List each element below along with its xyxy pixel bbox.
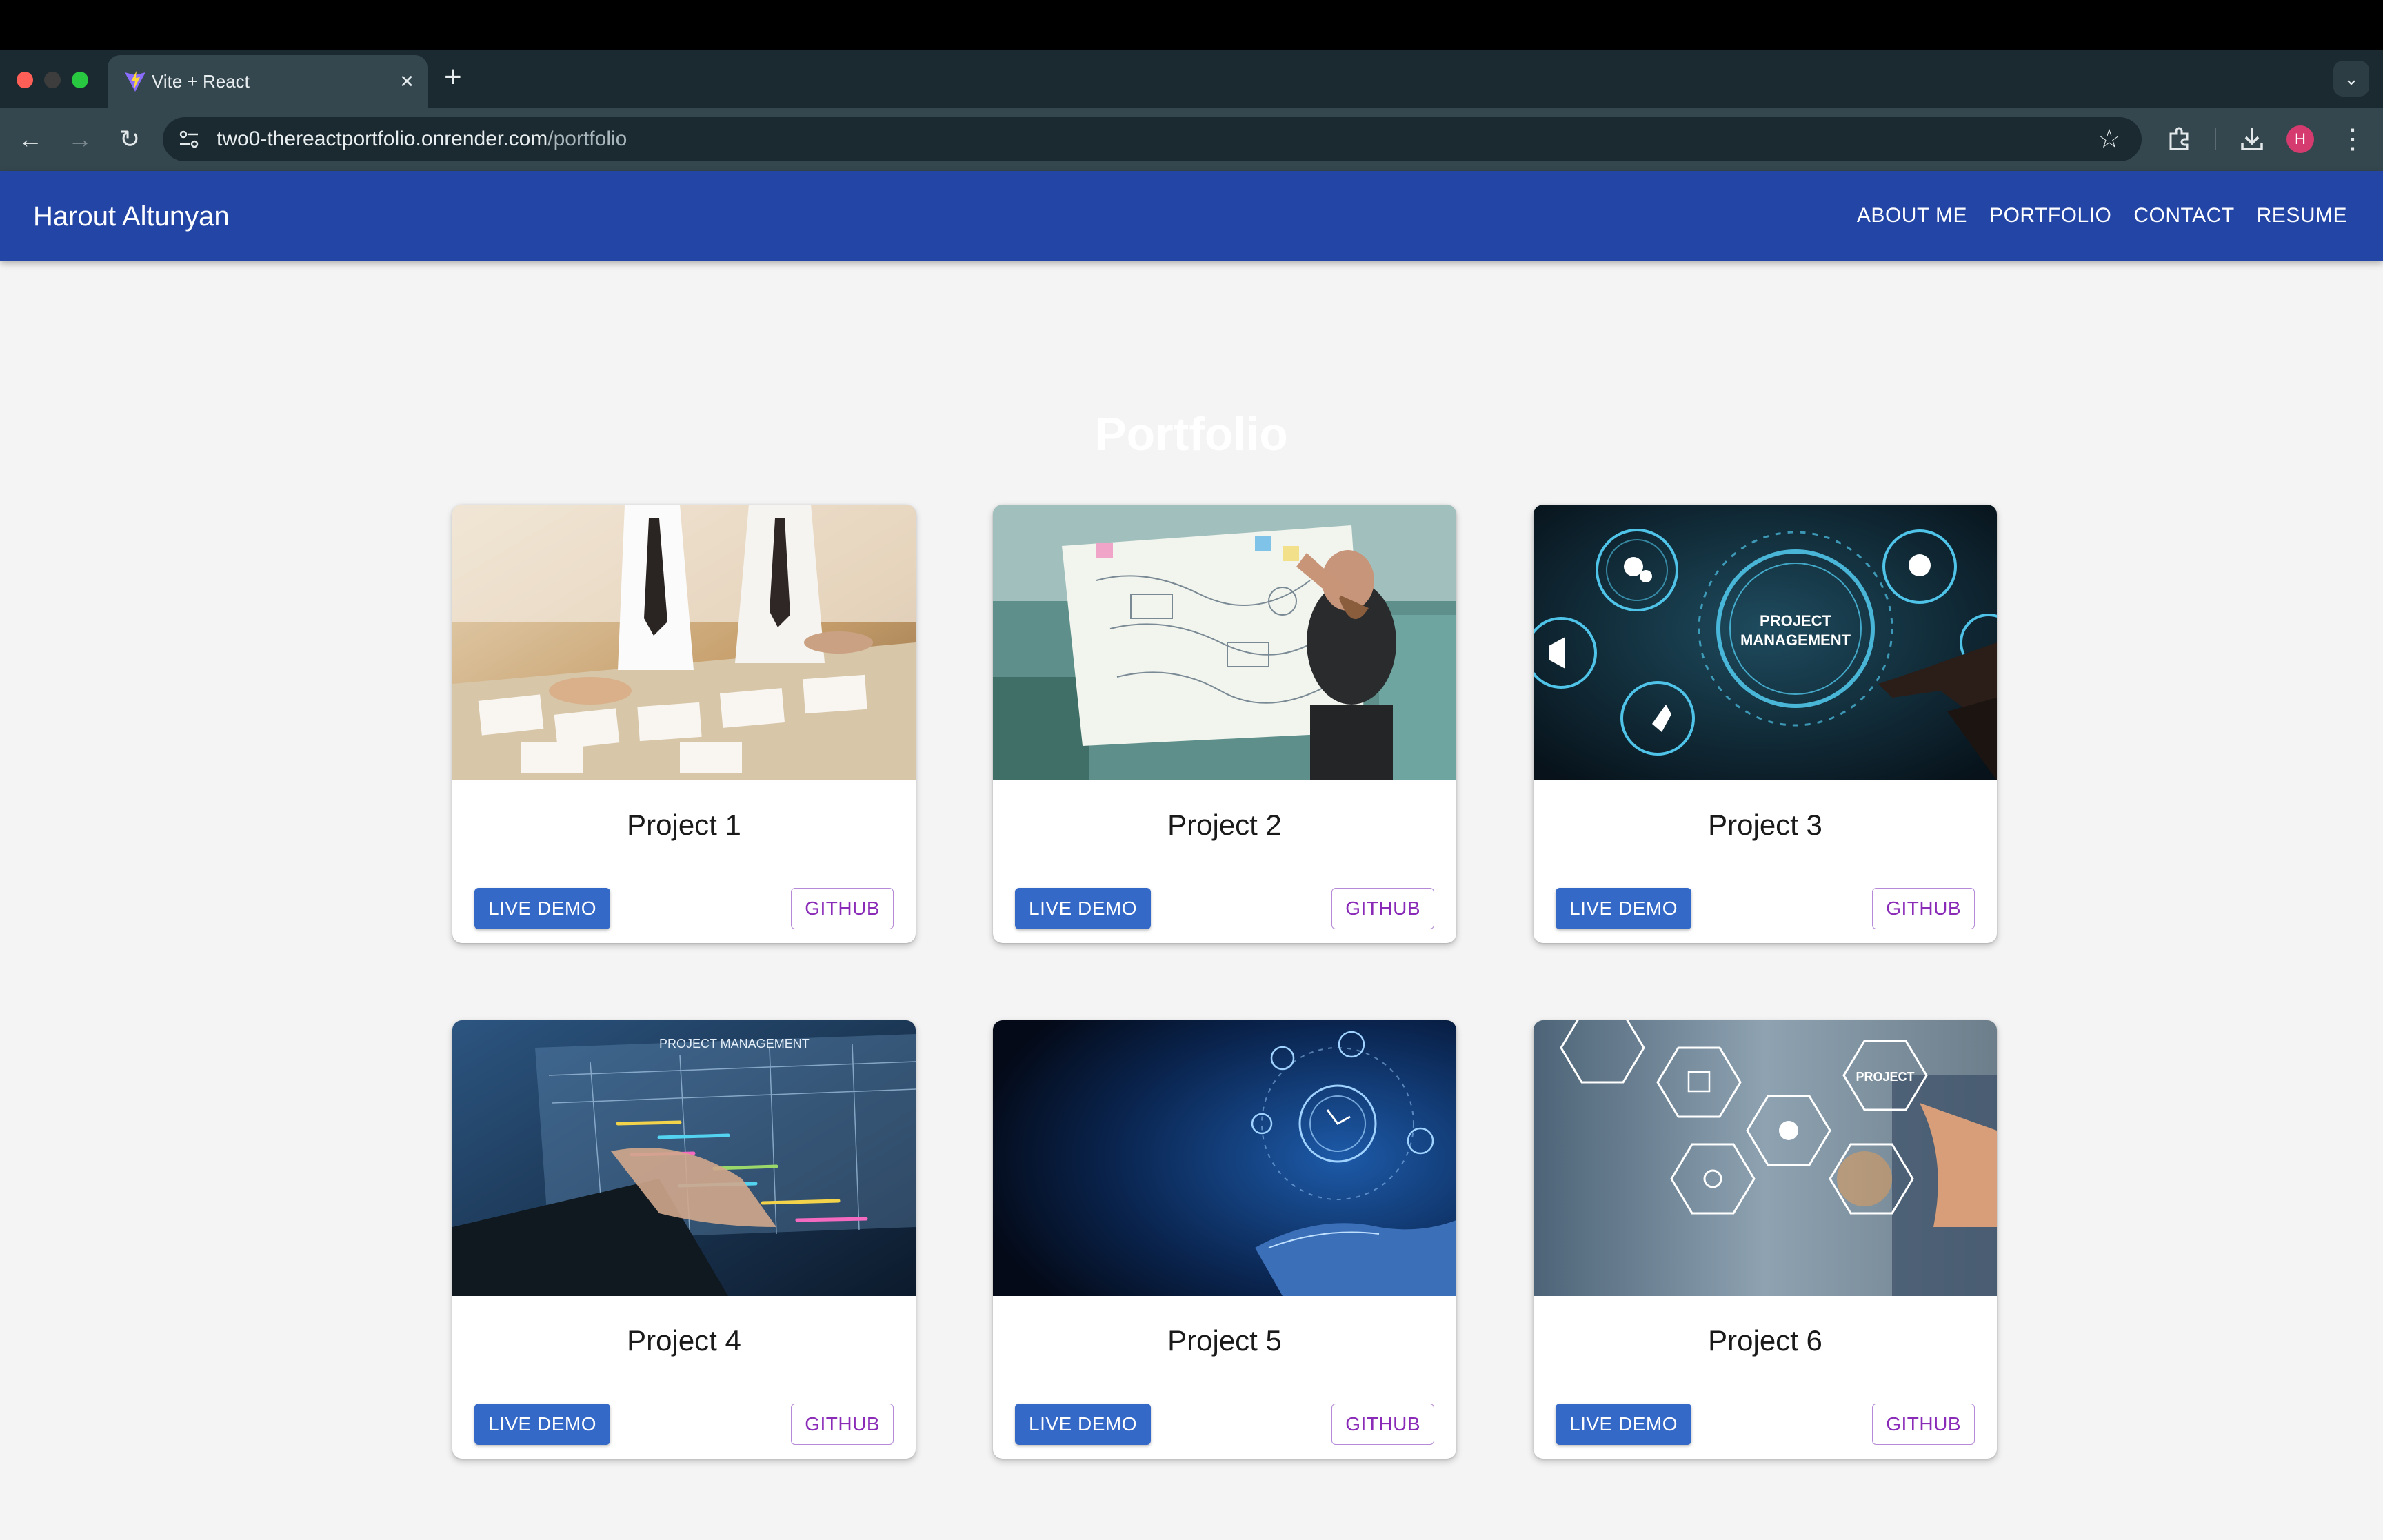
project-image-whiteboard-planning	[993, 505, 1456, 780]
project-title: Project 3	[1708, 809, 1822, 841]
github-button[interactable]: GITHUB	[791, 1404, 894, 1445]
url-path: /portfolio	[547, 128, 627, 150]
nav-portfolio[interactable]: PORTFOLIO	[1989, 203, 2111, 229]
project-title: Project 1	[627, 809, 741, 841]
project-card: Project 1 LIVE DEMO GITHUB	[452, 505, 916, 943]
nav-resume[interactable]: RESUME	[2257, 203, 2347, 229]
live-demo-button[interactable]: LIVE DEMO	[1015, 1404, 1151, 1445]
github-button[interactable]: GITHUB	[791, 888, 894, 929]
svg-text:PROJECT: PROJECT	[1856, 1070, 1914, 1084]
live-demo-button[interactable]: LIVE DEMO	[474, 1404, 610, 1445]
tab-search-chevron-icon[interactable]: ⌄	[2333, 61, 2369, 97]
new-tab-icon[interactable]: +	[444, 62, 462, 92]
project-card: Project 5 LIVE DEMO GITHUB	[993, 1020, 1456, 1459]
vite-favicon-icon	[125, 71, 145, 92]
browser-menu-kebab-icon[interactable]: ⋮	[2336, 123, 2369, 156]
browser-toolbar: ← → ↻ two0-thereactportfolio.onrender.co…	[0, 108, 2383, 171]
nav-about-me[interactable]: ABOUT ME	[1857, 203, 1967, 229]
forward-arrow-icon[interactable]: →	[63, 123, 97, 156]
live-demo-button[interactable]: LIVE DEMO	[1556, 888, 1691, 929]
tab-title: Vite + React	[152, 71, 250, 92]
url-host: two0-thereactportfolio.onrender.com	[217, 128, 548, 150]
reload-icon[interactable]: ↻	[113, 123, 146, 156]
site-nav: ABOUT ME PORTFOLIO CONTACT RESUME	[1857, 203, 2347, 229]
bookmark-star-icon[interactable]: ☆	[2098, 124, 2121, 154]
site-brand[interactable]: Harout Altunyan	[33, 201, 230, 232]
project-card: PROJECT Project 6 LIVE DEMO GITHUB	[1534, 1020, 1997, 1459]
image-hud-text: PROJECT	[1760, 612, 1831, 629]
project-card: Project 2 LIVE DEMO GITHUB	[993, 505, 1456, 943]
browser-tab[interactable]: Vite + React ×	[108, 55, 428, 108]
github-button[interactable]: GITHUB	[1331, 1404, 1434, 1445]
project-image-hand-holographic-icons	[993, 1020, 1456, 1296]
project-card: PROJECT MANAGEMENT Project 4 LIVE DEMO G…	[452, 1020, 916, 1459]
extensions-puzzle-icon[interactable]	[2165, 124, 2195, 154]
toolbar-separator	[2215, 128, 2216, 150]
back-arrow-icon[interactable]: ←	[14, 123, 47, 156]
site-settings-icon[interactable]	[177, 127, 201, 152]
github-button[interactable]: GITHUB	[1872, 888, 1975, 929]
svg-text:MANAGEMENT: MANAGEMENT	[1740, 631, 1851, 649]
address-bar[interactable]: two0-thereactportfolio.onrender.com/port…	[163, 117, 2142, 161]
close-tab-icon[interactable]: ×	[400, 68, 414, 95]
live-demo-button[interactable]: LIVE DEMO	[1015, 888, 1151, 929]
page-title: Portfolio	[1095, 408, 1288, 460]
live-demo-button[interactable]: LIVE DEMO	[1556, 1404, 1691, 1445]
tab-strip: Vite + React × + ⌄	[0, 50, 2383, 108]
project-image-business-documents	[452, 505, 916, 780]
screen-top-bar	[0, 0, 2383, 50]
close-window-button[interactable]	[17, 72, 33, 88]
download-icon[interactable]	[2237, 124, 2267, 154]
project-image-process-hexagons: PROJECT	[1534, 1020, 1997, 1296]
project-card: PROJECT MANAGEMENT Project 3 LIVE DEMO G…	[1534, 505, 1997, 943]
github-button[interactable]: GITHUB	[1872, 1404, 1975, 1445]
profile-avatar[interactable]: H	[2286, 125, 2314, 153]
minimize-window-button[interactable]	[44, 72, 61, 88]
nav-contact[interactable]: CONTACT	[2133, 203, 2234, 229]
svg-text:PROJECT MANAGEMENT: PROJECT MANAGEMENT	[659, 1037, 810, 1051]
live-demo-button[interactable]: LIVE DEMO	[474, 888, 610, 929]
project-title: Project 4	[627, 1324, 741, 1357]
zoom-window-button[interactable]	[72, 72, 88, 88]
project-title: Project 6	[1708, 1324, 1822, 1357]
url-text[interactable]: two0-thereactportfolio.onrender.com/port…	[217, 127, 627, 152]
project-title: Project 5	[1167, 1324, 1282, 1357]
project-image-laptop-gantt-chart: PROJECT MANAGEMENT	[452, 1020, 916, 1296]
github-button[interactable]: GITHUB	[1331, 888, 1434, 929]
project-image-project-management-hud: PROJECT MANAGEMENT	[1534, 505, 1997, 780]
site-header: Harout Altunyan ABOUT ME PORTFOLIO CONTA…	[0, 171, 2383, 261]
project-title: Project 2	[1167, 809, 1282, 841]
